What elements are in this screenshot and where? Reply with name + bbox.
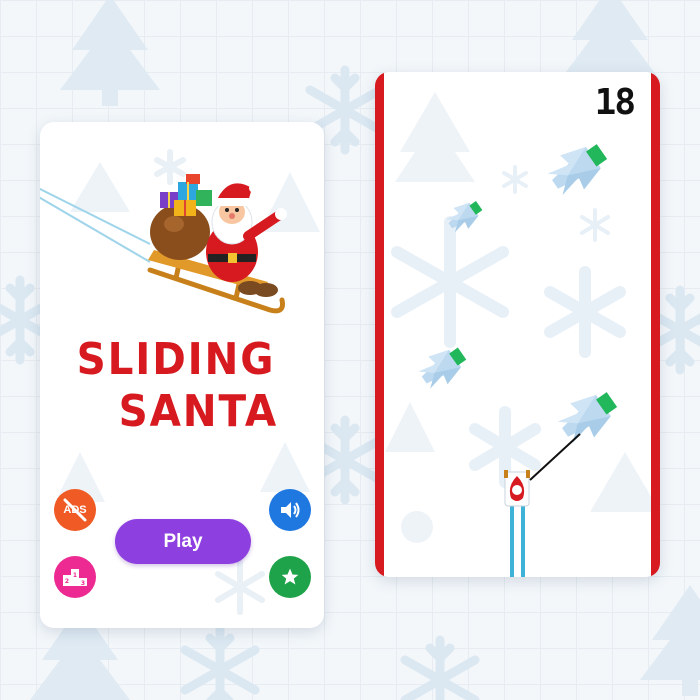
ice-pine-tree-icon	[553, 382, 624, 450]
ice-pine-tree-icon	[543, 134, 614, 202]
svg-text:3: 3	[81, 580, 85, 587]
santa-sled-topdown-icon[interactable]	[501, 468, 533, 510]
leaderboard-button[interactable]: 1 2 3	[54, 556, 96, 598]
svg-text:2: 2	[65, 578, 69, 585]
santa-on-sled-icon	[147, 174, 287, 314]
remove-ads-button[interactable]: ADS	[54, 489, 96, 531]
menu-screen: SLIDING SANTA ADS 1 2 3 Play	[40, 122, 324, 628]
sound-toggle-button[interactable]	[269, 489, 311, 531]
podium-icon: 1 2 3	[63, 569, 87, 587]
game-title-line2: SANTA	[118, 386, 278, 437]
grapple-rope	[529, 433, 581, 481]
svg-text:1: 1	[73, 572, 77, 579]
ski-trail-right	[521, 504, 525, 577]
game-title-line1: SLIDING	[76, 334, 276, 385]
ski-trail-left	[510, 504, 514, 577]
rate-button[interactable]	[269, 556, 311, 598]
gameplay-screen: 18	[375, 72, 660, 577]
ice-pine-tree-icon	[442, 195, 487, 237]
star-icon	[281, 568, 299, 585]
speaker-icon	[281, 502, 300, 518]
no-ads-icon	[63, 498, 87, 522]
play-button[interactable]: Play	[115, 519, 251, 564]
ice-pine-tree-icon	[414, 339, 472, 394]
